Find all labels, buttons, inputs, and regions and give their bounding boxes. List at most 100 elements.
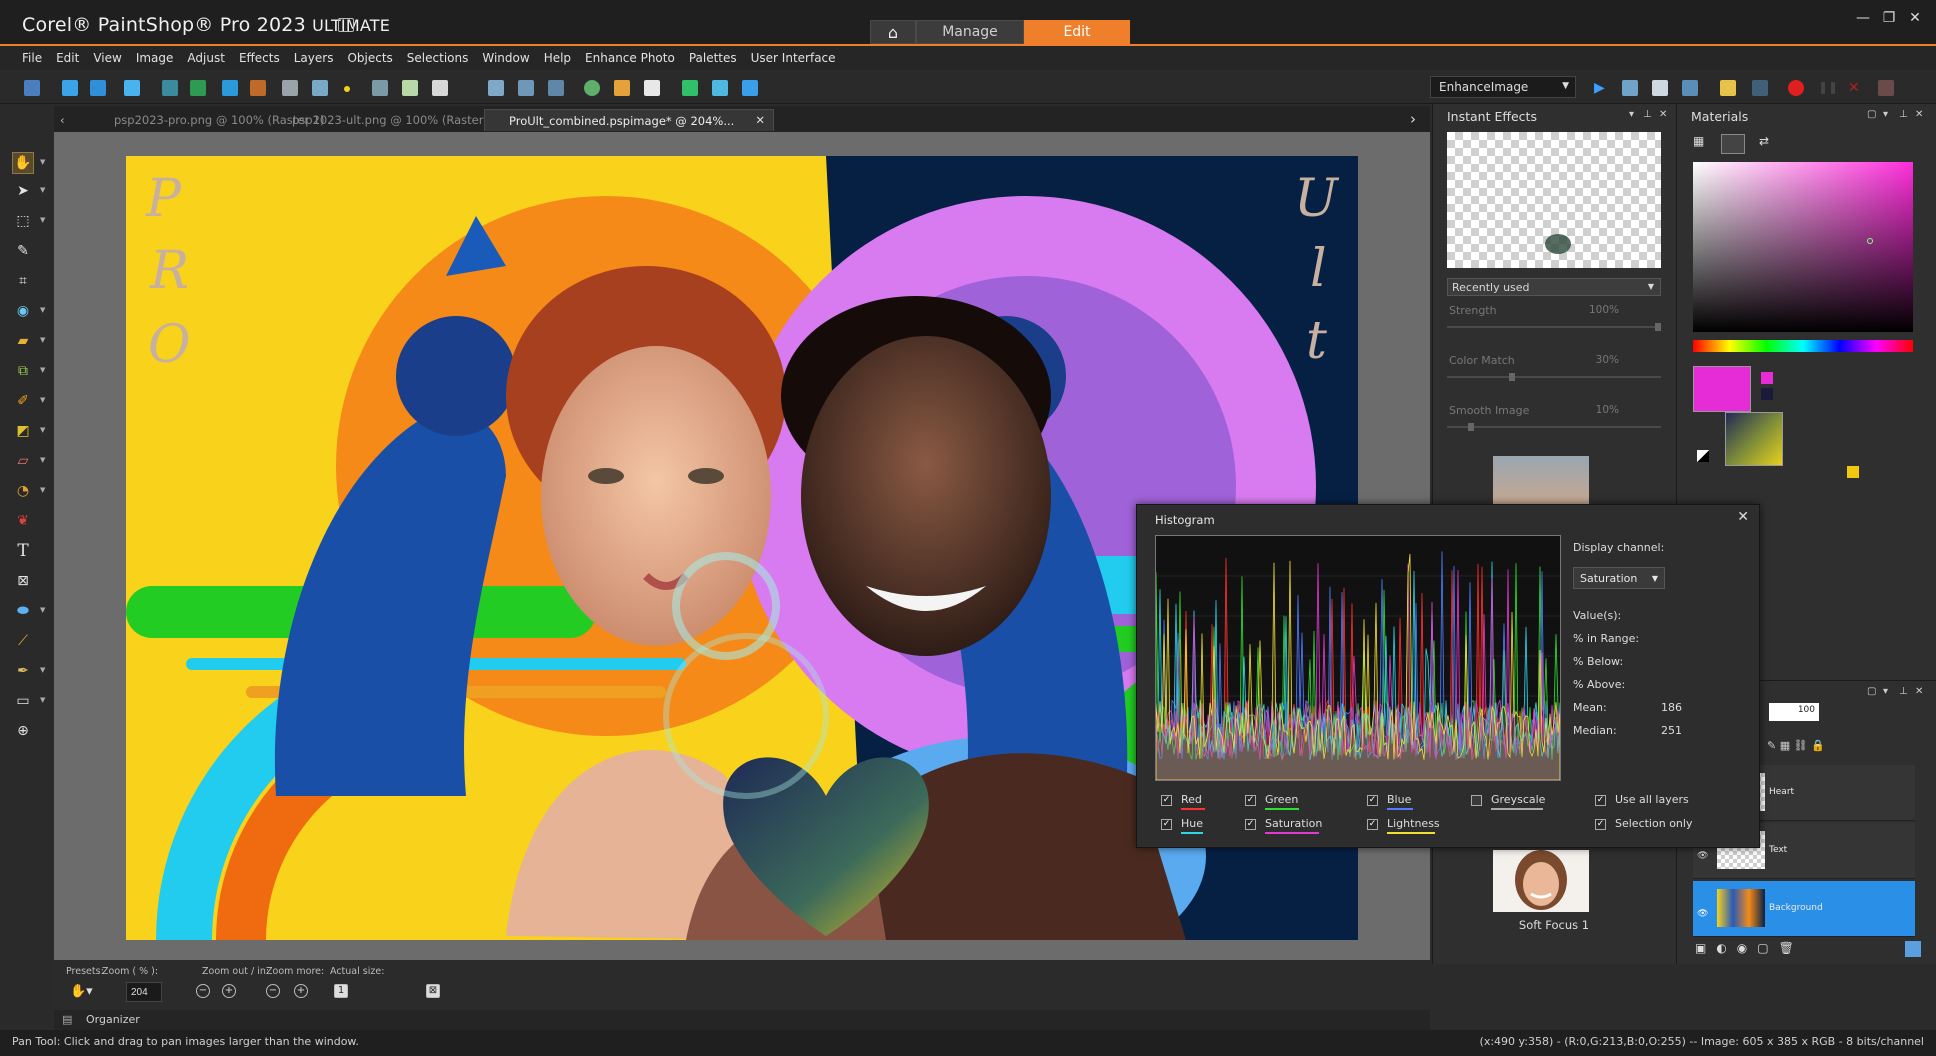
menu-image[interactable]: Image bbox=[136, 51, 174, 65]
selection-only-label[interactable]: Selection only bbox=[1615, 817, 1692, 830]
crop-tool-icon[interactable]: ⌗ bbox=[14, 272, 32, 290]
tool-flyout-arrow[interactable]: ▼ bbox=[40, 606, 46, 614]
blue-checkbox[interactable]: ✓ bbox=[1367, 795, 1378, 806]
text-tool-icon[interactable]: T bbox=[14, 541, 32, 561]
close-button[interactable]: ✕ bbox=[1906, 10, 1924, 28]
display-channel-select[interactable]: Saturation ▼ bbox=[1573, 567, 1665, 589]
green-label[interactable]: Green bbox=[1265, 793, 1298, 806]
organizer-icon[interactable] bbox=[24, 80, 40, 96]
zoom-input[interactable] bbox=[126, 982, 162, 1002]
layer-merge-icon[interactable] bbox=[548, 80, 564, 96]
menu-enhance-photo[interactable]: Enhance Photo bbox=[585, 51, 675, 65]
background-color-swatch[interactable] bbox=[1725, 412, 1783, 466]
flip-icon[interactable] bbox=[282, 80, 298, 96]
green-checkbox[interactable]: ✓ bbox=[1245, 795, 1256, 806]
lightness-label[interactable]: Lightness bbox=[1387, 817, 1440, 830]
script-stop-icon[interactable] bbox=[1752, 80, 1768, 96]
view-icon[interactable] bbox=[742, 80, 758, 96]
grid-icon[interactable] bbox=[712, 80, 728, 96]
swatches-tab-icon[interactable]: ▦ bbox=[1693, 134, 1717, 154]
dot-icon[interactable] bbox=[344, 86, 350, 92]
menu-selections[interactable]: Selections bbox=[407, 51, 469, 65]
lighten-darken-tool-icon[interactable]: ◩ bbox=[14, 422, 32, 440]
panel-menu-icon[interactable]: ▾ bbox=[1883, 686, 1888, 697]
minimize-button[interactable]: — bbox=[1854, 10, 1872, 28]
selection-only-checkbox[interactable]: ✓ bbox=[1595, 819, 1606, 830]
flood-fill-tool-icon[interactable]: ◔ bbox=[14, 482, 32, 500]
paint-brush-tool-icon[interactable]: ✐ bbox=[14, 392, 32, 410]
use-all-layers-checkbox[interactable]: ✓ bbox=[1595, 795, 1606, 806]
hue-checkbox[interactable]: ✓ bbox=[1161, 819, 1172, 830]
tabs-scroll-right-icon[interactable]: › bbox=[1404, 106, 1422, 128]
restore-button[interactable]: ❐ bbox=[1880, 10, 1898, 28]
saturation-checkbox[interactable]: ✓ bbox=[1245, 819, 1256, 830]
saturation-label[interactable]: Saturation bbox=[1265, 817, 1322, 830]
tool-flyout-arrow[interactable]: ▼ bbox=[40, 216, 46, 224]
panel-float-icon[interactable]: ▢ bbox=[1867, 109, 1876, 120]
zoom-in-icon[interactable]: + bbox=[222, 984, 236, 998]
resize-icon[interactable] bbox=[162, 80, 178, 96]
blue-label[interactable]: Blue bbox=[1387, 793, 1411, 806]
menu-view[interactable]: View bbox=[93, 51, 121, 65]
new-file-icon[interactable] bbox=[62, 80, 78, 96]
strength-track[interactable] bbox=[1447, 326, 1661, 328]
dropper-tool-icon[interactable]: ✎ bbox=[14, 242, 32, 260]
panel-menu-icon[interactable]: ▾ bbox=[1883, 109, 1888, 120]
cancel-record-icon[interactable]: ✕ bbox=[1848, 80, 1864, 96]
color-changer-tool-icon[interactable]: ❦ bbox=[14, 512, 32, 530]
lightness-checkbox[interactable]: ✓ bbox=[1367, 819, 1378, 830]
makeover-tool-icon[interactable]: ▰ bbox=[14, 332, 32, 350]
fit-window-icon[interactable]: ⊠ bbox=[426, 984, 440, 998]
close-tab-icon[interactable]: ✕ bbox=[755, 113, 765, 127]
script-folder-icon[interactable] bbox=[1720, 80, 1736, 96]
foreground-recent-swatch[interactable] bbox=[1761, 372, 1773, 384]
record-icon[interactable] bbox=[1788, 80, 1804, 96]
tool-flyout-arrow[interactable]: ▼ bbox=[40, 666, 46, 674]
script-save-icon[interactable] bbox=[1682, 80, 1698, 96]
layer-duplicate-icon[interactable] bbox=[518, 80, 534, 96]
actual-size-icon[interactable]: 1 bbox=[334, 984, 348, 998]
brush-effect-icon[interactable] bbox=[614, 80, 630, 96]
layer-opacity-field[interactable]: 100 bbox=[1769, 703, 1819, 721]
color-match-track[interactable] bbox=[1447, 376, 1661, 378]
menu-help[interactable]: Help bbox=[544, 51, 571, 65]
greyscale-checkbox[interactable] bbox=[1471, 795, 1482, 806]
pen-tool-icon[interactable]: ✒ bbox=[14, 662, 32, 680]
histogram-dialog[interactable]: Histogram ✕ Display channel: Saturation … bbox=[1136, 504, 1760, 848]
effects-globe-icon[interactable] bbox=[584, 80, 600, 96]
tool-flyout-arrow[interactable]: ▼ bbox=[40, 158, 46, 166]
tab-edit[interactable]: Edit bbox=[1024, 20, 1130, 44]
panel-close-icon[interactable]: ✕ bbox=[1915, 109, 1923, 120]
smooth-image-track[interactable] bbox=[1447, 426, 1661, 428]
tabs-scroll-left-icon[interactable]: ‹ bbox=[54, 109, 71, 131]
tool-flyout-arrow[interactable]: ▼ bbox=[40, 426, 46, 434]
save-icon[interactable] bbox=[124, 80, 140, 96]
material-swatch-yellow[interactable] bbox=[1847, 466, 1859, 478]
menu-effects[interactable]: Effects bbox=[239, 51, 280, 65]
add-tool-icon[interactable]: ⊕ bbox=[14, 722, 32, 740]
selection-tool-icon[interactable]: ⬚ bbox=[14, 212, 32, 230]
home-button[interactable]: ⌂ bbox=[870, 20, 916, 44]
document-icon[interactable] bbox=[338, 18, 354, 32]
color-match-knob[interactable] bbox=[1509, 373, 1516, 381]
visibility-eye-icon[interactable]: 👁 bbox=[1697, 909, 1708, 919]
strength-knob[interactable] bbox=[1655, 323, 1661, 331]
magic-wand-icon[interactable] bbox=[644, 80, 660, 96]
menu-edit[interactable]: Edit bbox=[56, 51, 79, 65]
menu-objects[interactable]: Objects bbox=[347, 51, 392, 65]
tool-flyout-arrow[interactable]: ▼ bbox=[40, 456, 46, 464]
red-label[interactable]: Red bbox=[1181, 793, 1202, 806]
panel-float-icon[interactable]: ▢ bbox=[1867, 686, 1876, 697]
pattern-icon[interactable] bbox=[432, 80, 448, 96]
histogram-close-icon[interactable]: ✕ bbox=[1737, 509, 1749, 525]
selection-add-icon[interactable] bbox=[682, 80, 698, 96]
warp-brush-tool-icon[interactable]: ⟋ bbox=[14, 632, 32, 650]
menu-adjust[interactable]: Adjust bbox=[187, 51, 225, 65]
background-recent-swatch[interactable] bbox=[1761, 388, 1773, 400]
pick-tool-icon[interactable]: ➤ bbox=[14, 182, 32, 200]
tool-flyout-arrow[interactable]: ▼ bbox=[40, 696, 46, 704]
reset-colors-icon[interactable] bbox=[1697, 450, 1709, 462]
organizer-bar[interactable]: ▤ Organizer bbox=[54, 1010, 1430, 1030]
crop-icon[interactable] bbox=[402, 80, 418, 96]
use-all-layers-label[interactable]: Use all layers bbox=[1615, 793, 1689, 806]
